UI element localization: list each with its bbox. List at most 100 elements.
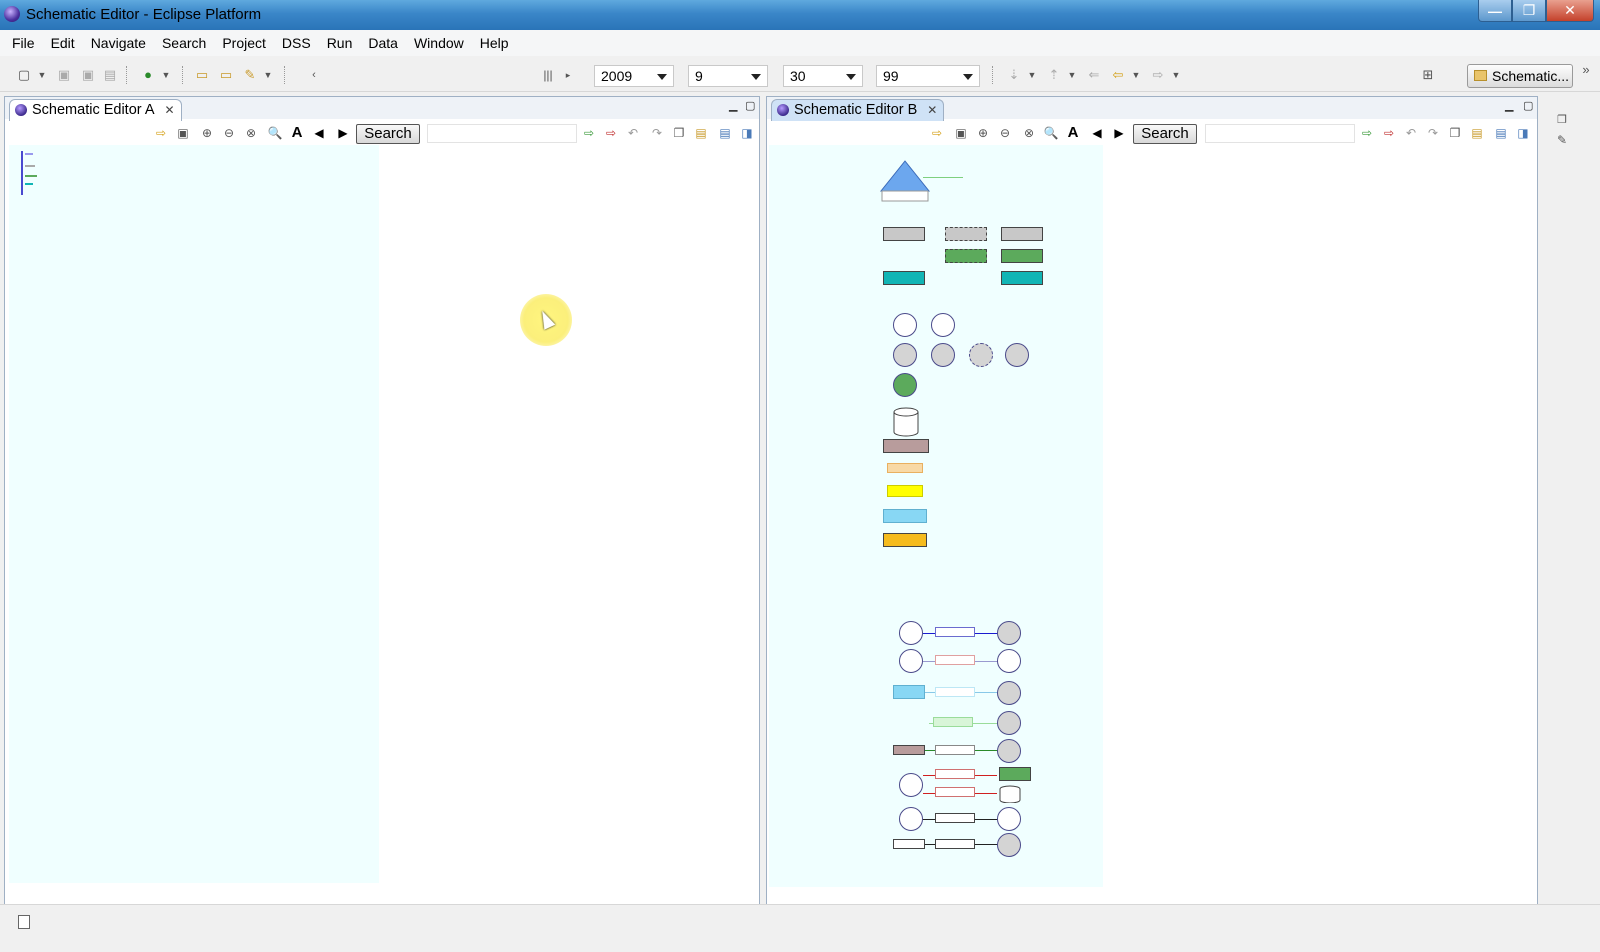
storage-cylinder-shape[interactable]	[893, 407, 919, 437]
yellow-rect-shape[interactable]	[887, 485, 923, 497]
grey-node-circle[interactable]	[931, 343, 955, 367]
forward-dropdown-icon[interactable]: ▼	[1168, 67, 1184, 83]
next-annotation-dropdown-icon[interactable]: ▼	[1024, 67, 1040, 83]
menu-edit[interactable]: Edit	[43, 35, 83, 51]
run-dropdown-icon[interactable]: ▼	[158, 67, 174, 83]
import-icon[interactable]: ⇨	[929, 125, 945, 141]
print-icon[interactable]: ▤	[717, 125, 733, 141]
grey-rect-shape[interactable]	[883, 227, 925, 241]
flow-target-circle[interactable]	[997, 833, 1021, 857]
grey-rect-shape[interactable]	[1001, 227, 1043, 241]
run-icon[interactable]: ●	[140, 67, 156, 83]
next-icon[interactable]: ▶	[1111, 125, 1127, 141]
restore-trim-icon[interactable]: ❐	[1554, 112, 1570, 128]
zoom-icon[interactable]: 🔍	[267, 125, 283, 141]
zoom-out-icon[interactable]: ⊖	[997, 125, 1013, 141]
zoom-in-icon[interactable]: ⊕	[199, 125, 215, 141]
flow-label-box[interactable]	[933, 717, 973, 727]
flow-target-circle[interactable]	[997, 621, 1021, 645]
close-tab-icon[interactable]: ✕	[927, 100, 937, 120]
more-perspectives-chevron-icon[interactable]: »	[1578, 62, 1594, 78]
maximize-panel-icon[interactable]: ▢	[1523, 99, 1533, 112]
new-icon[interactable]: ▢	[16, 67, 32, 83]
editor-b-canvas[interactable]	[769, 145, 1103, 887]
paste-icon[interactable]: ▤	[1469, 125, 1485, 141]
rose-rect-shape[interactable]	[883, 439, 929, 453]
import-icon[interactable]: ⇨	[153, 125, 169, 141]
save-icon[interactable]: ▣	[953, 125, 969, 141]
flow-label-box[interactable]	[935, 687, 975, 697]
scroll-left-icon[interactable]: ‹	[306, 67, 322, 83]
redo-icon[interactable]: ↷	[1425, 125, 1441, 141]
flow-source-circle[interactable]	[899, 621, 923, 645]
tab-schematic-editor-a[interactable]: Schematic Editor A ✕	[9, 99, 182, 121]
flow-target-circle[interactable]	[997, 739, 1021, 763]
column-handle-icon[interactable]: |||	[540, 67, 556, 83]
arrow-in-icon[interactable]: ⇨	[1359, 125, 1375, 141]
green-dashed-rect-shape[interactable]	[945, 249, 987, 263]
node-circle[interactable]	[893, 313, 917, 337]
menu-data[interactable]: Data	[360, 35, 406, 51]
save-all-icon[interactable]: ▣	[80, 67, 96, 83]
copy-icon[interactable]: ❐	[1447, 125, 1463, 141]
flow-label-box[interactable]	[935, 839, 975, 849]
minimize-panel-icon[interactable]: ▁	[1505, 99, 1513, 112]
close-button[interactable]: ✕	[1546, 0, 1594, 22]
previous-icon[interactable]: ◀	[1089, 125, 1105, 141]
zoom-in-icon[interactable]: ⊕	[975, 125, 991, 141]
menu-file[interactable]: File	[4, 35, 43, 51]
maximize-panel-icon[interactable]: ▢	[745, 99, 755, 112]
percent-select[interactable]: 99	[876, 65, 980, 87]
edit-trim-icon[interactable]: ✎	[1554, 132, 1570, 148]
arrow-out-icon[interactable]: ⇨	[603, 125, 619, 141]
font-icon[interactable]: A	[289, 125, 305, 141]
font-icon[interactable]: A	[1065, 125, 1081, 141]
menu-run[interactable]: Run	[319, 35, 361, 51]
search-input[interactable]	[1205, 124, 1355, 143]
undo-icon[interactable]: ↶	[625, 125, 641, 141]
save-icon[interactable]: ▣	[56, 67, 72, 83]
node-circle[interactable]	[931, 313, 955, 337]
editor-a-canvas[interactable]	[9, 145, 379, 883]
flow-label-box[interactable]	[935, 787, 975, 797]
flow-target-rect[interactable]	[999, 767, 1031, 781]
zoom-icon[interactable]: 🔍	[1043, 125, 1059, 141]
teal-rect-shape[interactable]	[883, 271, 925, 285]
minimize-button[interactable]: —	[1478, 0, 1512, 22]
open-perspective-icon[interactable]: ⊞	[1420, 67, 1436, 83]
flow-label-box[interactable]	[935, 769, 975, 779]
lightblue-rect-shape[interactable]	[883, 509, 927, 523]
zoom-fit-icon[interactable]: ⊗	[243, 125, 259, 141]
teal-rect-shape[interactable]	[1001, 271, 1043, 285]
print-icon[interactable]: ▤	[102, 67, 118, 83]
zoom-fit-icon[interactable]: ⊗	[1021, 125, 1037, 141]
prev-annotation-dropdown-icon[interactable]: ▼	[1064, 67, 1080, 83]
last-edit-icon[interactable]: ⇐	[1086, 67, 1102, 83]
prev-annotation-icon[interactable]: ⇡	[1046, 67, 1062, 83]
grey-node-circle[interactable]	[893, 343, 917, 367]
next-icon[interactable]: ▶	[335, 125, 351, 141]
print-icon[interactable]: ▤	[1493, 125, 1509, 141]
menu-window[interactable]: Window	[406, 35, 472, 51]
open-folder-icon[interactable]: ▭	[218, 67, 234, 83]
menu-navigate[interactable]: Navigate	[83, 35, 154, 51]
back-dropdown-icon[interactable]: ▼	[1128, 67, 1144, 83]
search-button[interactable]: Search	[1133, 124, 1197, 144]
green-rect-shape[interactable]	[1001, 249, 1043, 263]
save-icon[interactable]: ▣	[175, 125, 191, 141]
back-arrow-icon[interactable]: ⇦	[1110, 67, 1126, 83]
flow-label-box[interactable]	[935, 813, 975, 823]
flow-target-circle[interactable]	[997, 649, 1021, 673]
schematic-perspective-button[interactable]: Schematic...	[1467, 64, 1573, 88]
triangle-shape[interactable]	[879, 159, 931, 203]
previous-icon[interactable]: ◀	[311, 125, 327, 141]
grey-dashed-rect-shape[interactable]	[945, 227, 987, 241]
peach-rect-shape[interactable]	[887, 463, 923, 473]
menu-search[interactable]: Search	[154, 35, 214, 51]
copy-icon[interactable]: ❐	[671, 125, 687, 141]
menu-project[interactable]: Project	[214, 35, 274, 51]
flow-target-circle[interactable]	[997, 711, 1021, 735]
zoom-out-icon[interactable]: ⊖	[221, 125, 237, 141]
year-select[interactable]: 2009	[594, 65, 674, 87]
new-dropdown-icon[interactable]: ▼	[34, 67, 50, 83]
